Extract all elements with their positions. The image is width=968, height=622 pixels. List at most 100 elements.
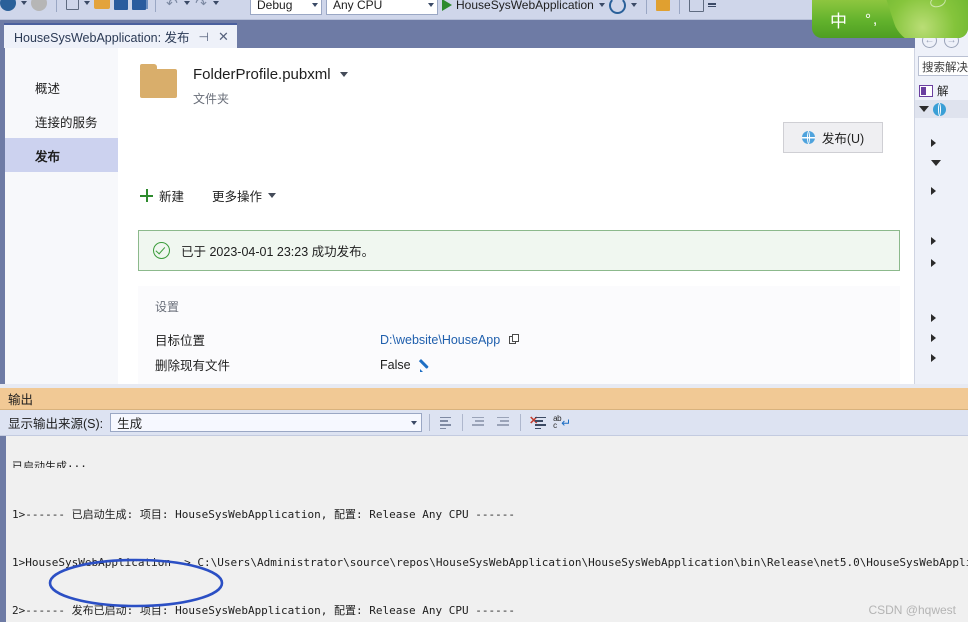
new-item-dropdown-icon[interactable] xyxy=(84,1,90,5)
output-line: 已启动生成··· xyxy=(12,460,87,468)
chevron-down-icon[interactable] xyxy=(919,106,929,112)
toolbar-divider xyxy=(462,414,464,431)
output-window: 输出 显示输出来源(S): 生成 ✕ ab c ↵ 已启动生成··· 1>---… xyxy=(0,388,968,622)
chevron-down-icon xyxy=(411,420,418,425)
tree-expander-icon[interactable] xyxy=(931,156,945,170)
settings-title: 设置 xyxy=(155,300,180,314)
toolbar-divider xyxy=(645,0,647,14)
tree-expander-icon[interactable] xyxy=(931,256,945,270)
redo-dropdown-icon[interactable] xyxy=(213,1,219,5)
solution-platform-value: Any CPU xyxy=(333,0,383,12)
pin-icon[interactable]: ⊣ xyxy=(199,31,209,43)
tree-node-project[interactable] xyxy=(915,100,968,118)
find-in-output-icon[interactable] xyxy=(437,414,455,432)
setting-key: 删除现有文件 xyxy=(155,359,231,373)
tree-expander-icon[interactable] xyxy=(931,184,945,198)
sidebar-item-label: 发布 xyxy=(35,149,61,164)
publish-status-text: 已于 2023-04-01 23:23 成功发布。 xyxy=(181,245,375,259)
sidebar-item-label: 概述 xyxy=(35,81,61,96)
back-dropdown-icon[interactable] xyxy=(21,1,27,5)
setting-key: 目标位置 xyxy=(155,334,206,348)
more-actions-label: 更多操作 xyxy=(212,190,263,204)
pencil-icon[interactable] xyxy=(419,358,433,372)
open-folder-icon[interactable] xyxy=(94,0,110,9)
tree-expander-icon[interactable] xyxy=(931,331,945,345)
solution-configuration-value: Debug xyxy=(257,0,293,12)
ime-punctuation-icon[interactable]: °, xyxy=(865,11,879,28)
profile-type: 文件夹 xyxy=(193,92,230,106)
sidebar-item-label: 连接的服务 xyxy=(35,115,98,130)
window-icon[interactable] xyxy=(688,0,704,12)
start-debug-icon[interactable] xyxy=(442,0,452,11)
close-icon[interactable]: ✕ xyxy=(218,30,229,43)
toggle-word-wrap-icon[interactable]: ab c ↵ xyxy=(553,414,571,432)
tree-expander-icon[interactable] xyxy=(931,311,945,325)
output-line: 2>------ 发布已启动: 项目: HouseSysWebApplicati… xyxy=(12,604,515,617)
output-text-area[interactable]: 已启动生成··· 1>------ 已启动生成: 项目: HouseSysWeb… xyxy=(0,436,968,622)
new-profile-button[interactable]: 新建 xyxy=(140,186,184,205)
overflow-icon[interactable] xyxy=(707,3,716,7)
output-source-combo[interactable]: 生成 xyxy=(110,413,423,432)
undo-icon[interactable]: ↶ xyxy=(165,0,179,10)
tree-node-label: 解 xyxy=(937,86,949,98)
go-to-next-icon[interactable] xyxy=(495,414,513,432)
solution-icon xyxy=(919,85,933,97)
ime-mode-icon[interactable]: 中 xyxy=(830,7,847,32)
sidebar-item-overview[interactable]: 概述 xyxy=(0,70,118,104)
more-actions-button[interactable]: 更多操作 xyxy=(212,186,277,205)
find-icon[interactable] xyxy=(655,0,670,11)
output-window-caption: 输出 xyxy=(0,388,968,410)
start-debug-label[interactable]: HouseSysWebApplication xyxy=(456,0,594,12)
tab-title: HouseSysWebApplication: 发布 xyxy=(14,31,190,45)
back-icon[interactable] xyxy=(0,0,16,11)
tree-expander-icon[interactable] xyxy=(931,351,945,365)
redo-icon[interactable]: ↷ xyxy=(194,0,208,10)
toolbar-group-navigation: ↶ ↷ xyxy=(0,0,219,18)
setting-value[interactable]: D:\website\HouseApp xyxy=(380,333,500,347)
forward-icon[interactable] xyxy=(31,0,47,11)
copy-icon[interactable] xyxy=(509,334,520,345)
refresh-icon[interactable] xyxy=(608,0,626,14)
go-to-previous-icon[interactable] xyxy=(470,414,488,432)
save-icon[interactable] xyxy=(114,0,128,10)
toolbar-divider xyxy=(678,0,680,14)
sidebar-item-connected-services[interactable]: 连接的服务 xyxy=(0,104,118,138)
tree-expander-icon[interactable] xyxy=(931,234,945,248)
output-source-label: 显示输出来源(S): xyxy=(8,417,104,431)
publish-status-banner: 已于 2023-04-01 23:23 成功发布。 xyxy=(138,230,900,271)
sidebar-item-publish[interactable]: 发布 xyxy=(0,138,118,172)
plus-icon xyxy=(140,189,153,202)
publish-globe-icon xyxy=(801,131,815,144)
new-profile-label: 新建 xyxy=(159,190,185,204)
solution-platform-combo[interactable]: Any CPU xyxy=(326,0,438,15)
refresh-dropdown-icon[interactable] xyxy=(630,3,637,7)
chevron-down-icon[interactable] xyxy=(339,72,348,77)
tab-publish[interactable]: HouseSysWebApplication: 发布 ⊣ ✕ xyxy=(4,23,237,48)
leaf-decoration-icon xyxy=(886,0,968,38)
output-source-value: 生成 xyxy=(117,417,143,431)
tree-expander-icon[interactable] xyxy=(931,136,945,150)
publish-button[interactable]: 发布(U) xyxy=(783,122,883,153)
setting-value-group: D:\website\HouseApp xyxy=(380,333,520,347)
toolbar-divider xyxy=(520,414,522,431)
ime-language-bar[interactable]: 中 °, xyxy=(812,0,968,38)
publish-document-pane: 概述 连接的服务 发布 FolderProfile.pubxml 文件夹 发布(… xyxy=(0,48,915,388)
solution-configuration-combo[interactable]: Debug xyxy=(250,0,322,15)
tree-node-solution[interactable]: 解 xyxy=(915,82,968,100)
clear-all-icon[interactable]: ✕ xyxy=(528,414,547,432)
chevron-down-icon xyxy=(268,193,277,198)
setting-row-target-location: 目标位置 D:\website\HouseApp xyxy=(155,327,900,352)
profile-name-row[interactable]: FolderProfile.pubxml xyxy=(193,66,348,83)
start-debug-dropdown-icon[interactable] xyxy=(598,3,605,7)
save-all-icon[interactable] xyxy=(132,0,146,10)
nav-accent-bar xyxy=(0,48,5,388)
output-toolbar: 显示输出来源(S): 生成 ✕ ab c ↵ xyxy=(0,410,968,436)
chevron-down-icon xyxy=(312,3,318,7)
undo-dropdown-icon[interactable] xyxy=(184,1,190,5)
output-caption-label: 输出 xyxy=(8,393,34,407)
new-item-icon[interactable] xyxy=(66,0,79,10)
setting-value-group: False xyxy=(380,358,433,372)
profile-name: FolderProfile.pubxml xyxy=(193,66,331,83)
search-input[interactable]: 搜索解决 xyxy=(918,56,968,76)
solution-explorer-panel: ← → 搜索解决 解 xyxy=(915,20,968,388)
